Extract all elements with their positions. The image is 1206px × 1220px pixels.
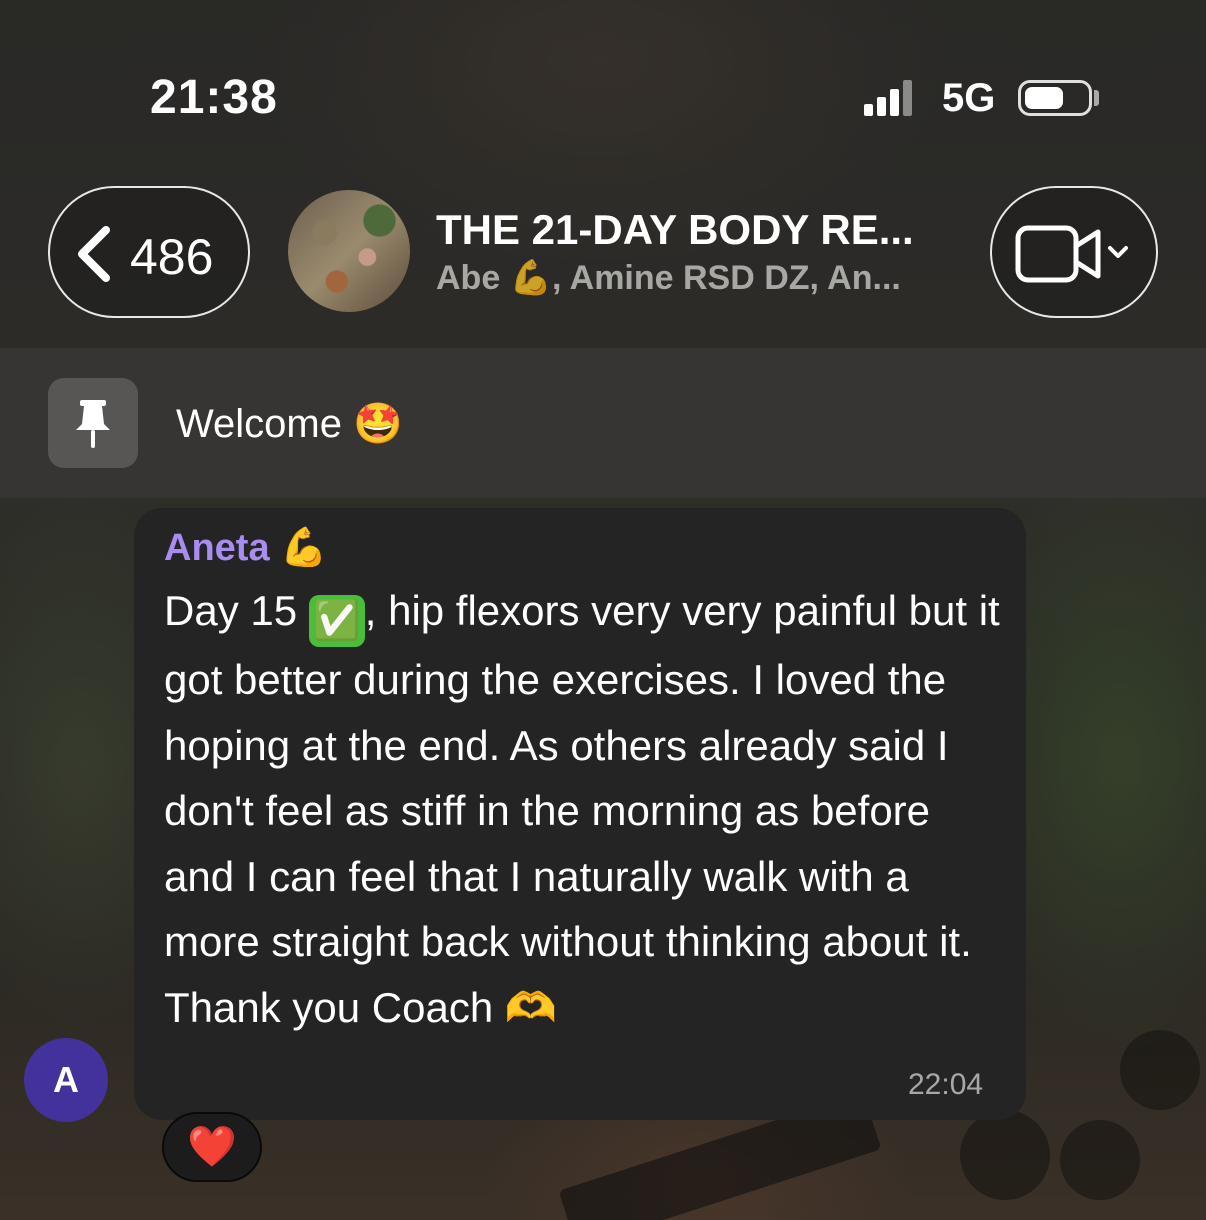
chevron-left-icon	[78, 226, 110, 282]
chat-members[interactable]: Abe 💪, Amine RSD DZ, An...	[436, 258, 901, 298]
message-timestamp: 22:04	[908, 1068, 984, 1101]
heart-reaction[interactable]: ❤️	[162, 1112, 262, 1182]
pinned-message-text[interactable]: Welcome 🤩	[176, 400, 403, 447]
unread-count: 486	[130, 229, 214, 285]
dumbbell-decor	[960, 1110, 1050, 1200]
video-call-button[interactable]	[990, 186, 1158, 318]
battery-cap	[1094, 90, 1099, 106]
sender-name[interactable]: Aneta 💪	[164, 526, 327, 570]
battery-icon	[1018, 80, 1092, 116]
group-avatar[interactable]	[288, 190, 410, 312]
message-text-start: Day 15	[164, 587, 309, 634]
sender-avatar[interactable]: A	[24, 1038, 108, 1122]
pin-button[interactable]	[48, 378, 138, 468]
back-button[interactable]: 486	[48, 186, 250, 318]
dumbbell-decor	[1060, 1120, 1140, 1200]
message-text-rest: , hip flexors very very painful but it g…	[164, 587, 1000, 1031]
status-time: 21:38	[150, 71, 278, 124]
network-type: 5G	[942, 76, 996, 120]
pushpin-icon	[76, 400, 110, 448]
message-text: Day 15 ✅, hip flexors very very painful …	[164, 578, 1004, 1040]
signal-icon	[864, 80, 912, 116]
check-mark-emoji: ✅	[308, 595, 365, 647]
dumbbell-decor	[1120, 1030, 1200, 1110]
video-camera-icon	[1015, 225, 1128, 283]
chat-title[interactable]: THE 21-DAY BODY RE...	[436, 206, 914, 254]
